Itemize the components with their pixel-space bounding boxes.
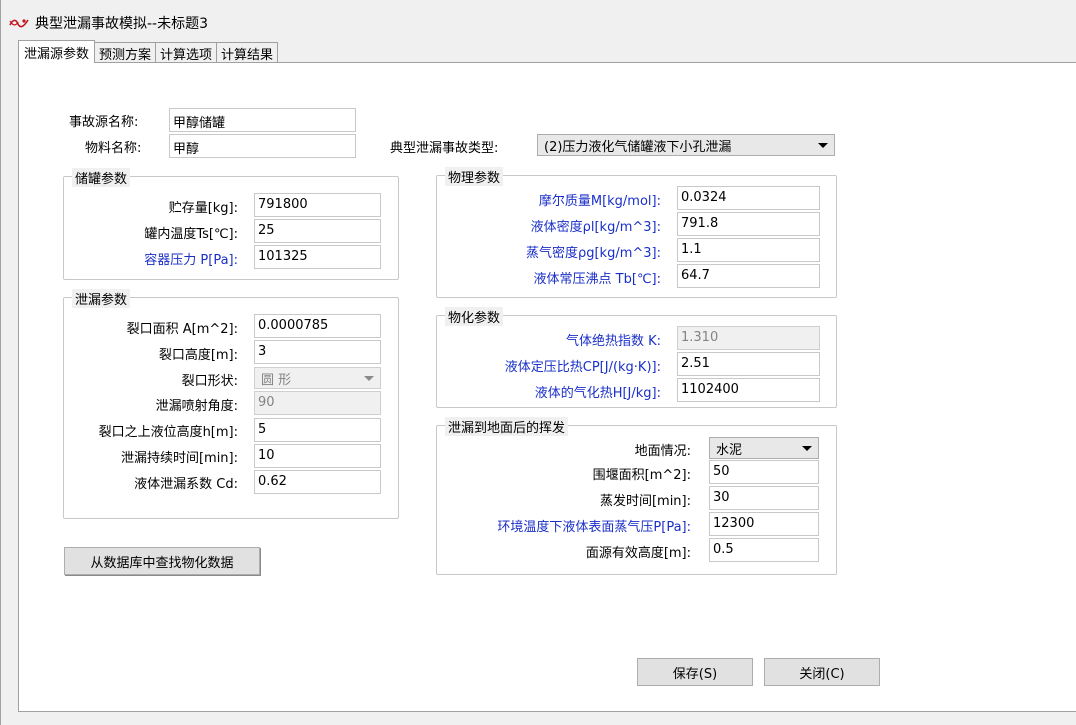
specific-heat-input[interactable]: 2.51 bbox=[677, 352, 820, 376]
save-button[interactable]: 保存(S) bbox=[637, 658, 753, 686]
app-logo-icon bbox=[9, 19, 29, 28]
crack-height-label: 裂口高度[m]: bbox=[158, 348, 238, 363]
tank-params-title: 储罐参数 bbox=[72, 168, 131, 187]
leak-duration-label: 泄漏持续时间[min]: bbox=[120, 451, 238, 466]
vapor-pressure-label: 环境温度下液体表面蒸气压P[Pa]: bbox=[497, 520, 691, 535]
accident-type-select[interactable]: (2)压力液化气储罐液下小孔泄漏 bbox=[537, 134, 835, 156]
tank-temp-input[interactable]: 25 bbox=[254, 219, 381, 243]
chevron-down-icon bbox=[818, 142, 828, 148]
container-pressure-label: 容器压力 P[Pa]: bbox=[144, 253, 238, 268]
chevron-down-icon bbox=[802, 445, 812, 451]
storage-amount-label: 贮存量[kg]: bbox=[168, 201, 238, 216]
molar-mass-input[interactable]: 0.0324 bbox=[677, 186, 820, 210]
material-name-input[interactable]: 甲醇 bbox=[169, 134, 356, 158]
liquid-density-label: 液体密度ρl[kg/m^3]: bbox=[530, 220, 661, 235]
tab-leak-source-params[interactable]: 泄漏源参数 bbox=[18, 40, 96, 63]
source-name-label: 事故源名称: bbox=[69, 115, 139, 130]
accident-type-value: (2)压力液化气储罐液下小孔泄漏 bbox=[544, 139, 732, 155]
vaporization-heat-input[interactable]: 1102400 bbox=[677, 378, 820, 402]
crack-area-input[interactable]: 0.0000785 bbox=[254, 314, 381, 338]
molar-mass-label: 摩尔质量M[kg/mol]: bbox=[538, 194, 661, 209]
crack-shape-value: 圆 形 bbox=[261, 372, 292, 388]
crack-shape-select[interactable]: 圆 形 bbox=[254, 367, 381, 389]
boiling-point-input[interactable]: 64.7 bbox=[677, 264, 820, 288]
accident-type-label: 典型泄漏事故类型: bbox=[390, 141, 499, 156]
leak-params-title: 泄漏参数 bbox=[72, 289, 131, 308]
leak-coef-label: 液体泄漏系数 Cd: bbox=[134, 477, 238, 492]
tab-calc-options[interactable]: 计算选项 bbox=[155, 42, 218, 63]
db-lookup-button[interactable]: 从数据库中查找物化数据 bbox=[64, 547, 260, 575]
source-name-input[interactable]: 甲醇储罐 bbox=[169, 108, 356, 132]
vapor-pressure-input[interactable]: 12300 bbox=[709, 512, 819, 536]
source-height-input[interactable]: 0.5 bbox=[709, 538, 819, 562]
crack-shape-label: 裂口形状: bbox=[181, 374, 238, 389]
ground-type-label: 地面情况: bbox=[634, 444, 691, 459]
close-button[interactable]: 关闭(C) bbox=[764, 658, 880, 686]
storage-amount-input[interactable]: 791800 bbox=[254, 193, 381, 217]
container-pressure-input[interactable]: 101325 bbox=[254, 245, 381, 269]
leak-duration-input[interactable]: 10 bbox=[254, 444, 381, 468]
specific-heat-label: 液体定压比热CP[J/(kg·K)]: bbox=[504, 360, 661, 375]
tab-calc-results[interactable]: 计算结果 bbox=[216, 42, 279, 63]
material-name-label: 物料名称: bbox=[85, 141, 142, 156]
ground-type-value: 水泥 bbox=[716, 442, 743, 458]
tank-temp-label: 罐内温度Ts[℃]: bbox=[144, 227, 238, 242]
ground-type-select[interactable]: 水泥 bbox=[709, 437, 819, 459]
liquid-level-input[interactable]: 5 bbox=[254, 418, 381, 442]
vapor-density-label: 蒸气密度ρg[kg/m^3]: bbox=[525, 246, 661, 261]
title-bar: 典型泄漏事故模拟--未标题3 bbox=[9, 10, 1076, 36]
boiling-point-label: 液体常压沸点 Tb[℃]: bbox=[533, 272, 661, 287]
evaporation-time-input[interactable]: 30 bbox=[709, 486, 819, 510]
vaporization-heat-label: 液体的气化热H[J/kg]: bbox=[534, 386, 661, 401]
physical-params-title: 物理参数 bbox=[445, 167, 504, 186]
app-window: 典型泄漏事故模拟--未标题3 泄漏源参数 预测方案 计算选项 计算结果 事故源名… bbox=[0, 0, 1076, 725]
tab-bar: 泄漏源参数 预测方案 计算选项 计算结果 bbox=[18, 40, 279, 63]
source-height-label: 面源有效高度[m]: bbox=[585, 546, 691, 561]
liquid-density-input[interactable]: 791.8 bbox=[677, 212, 820, 236]
vapor-density-input[interactable]: 1.1 bbox=[677, 238, 820, 262]
jet-angle-input[interactable]: 90 bbox=[254, 391, 381, 415]
tab-prediction-plan[interactable]: 预测方案 bbox=[94, 42, 157, 63]
evaporation-title: 泄漏到地面后的挥发 bbox=[445, 417, 569, 436]
physchem-params-title: 物化参数 bbox=[445, 307, 504, 326]
crack-area-label: 裂口面积 A[m^2]: bbox=[126, 322, 238, 337]
crack-height-input[interactable]: 3 bbox=[254, 340, 381, 364]
window-title: 典型泄漏事故模拟--未标题3 bbox=[35, 16, 209, 32]
dike-area-label: 围堰面积[m^2]: bbox=[592, 468, 691, 483]
chevron-down-icon bbox=[364, 375, 374, 381]
adiabatic-index-input[interactable]: 1.310 bbox=[677, 326, 820, 350]
evaporation-time-label: 蒸发时间[min]: bbox=[599, 494, 691, 509]
adiabatic-index-label: 气体绝热指数 K: bbox=[565, 334, 661, 349]
leak-coef-input[interactable]: 0.62 bbox=[254, 470, 381, 494]
jet-angle-label: 泄漏喷射角度: bbox=[155, 399, 238, 414]
dike-area-input[interactable]: 50 bbox=[709, 460, 819, 484]
liquid-level-label: 裂口之上液位高度h[m]: bbox=[98, 425, 238, 440]
